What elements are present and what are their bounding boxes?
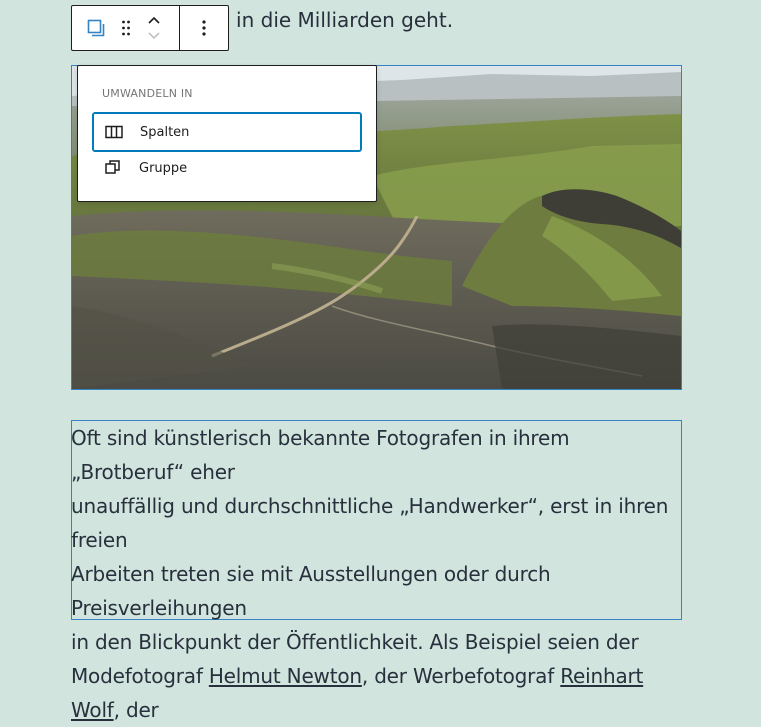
toolbar-group-options [180, 6, 228, 50]
paragraph-text[interactable]: Oft sind künstlerisch bekannte Fotografe… [71, 421, 683, 727]
paragraph-line: Oft sind künstlerisch bekannte Fotografe… [71, 426, 570, 484]
transform-to-group[interactable]: Gruppe [93, 149, 361, 187]
paragraph-line: , der Werbefotograf [361, 664, 561, 688]
paragraph-line: Modefotograf [71, 664, 209, 688]
options-button[interactable] [180, 6, 228, 50]
group-icon [101, 156, 125, 180]
more-vertical-icon [202, 20, 206, 36]
block-type-button[interactable] [72, 6, 120, 50]
paragraph-line: Arbeiten treten sie mit Ausstellungen od… [71, 562, 551, 620]
block-movers [132, 6, 176, 50]
chevron-up-icon [148, 16, 160, 24]
transform-menu-title: Umwandeln in [102, 87, 193, 100]
transform-item-label: Gruppe [139, 160, 188, 176]
paragraph-line: unauffällig und durchschnittliche „Handw… [71, 494, 669, 552]
drag-handle-button[interactable] [120, 6, 132, 50]
chevron-down-icon [148, 32, 160, 40]
move-up-button[interactable] [142, 12, 166, 28]
paragraph-line: in den Blickpunkt der Öffentlichkeit. Al… [71, 630, 639, 654]
link-helmut-newton[interactable]: Helmut Newton [209, 664, 362, 688]
transform-to-columns[interactable]: Spalten [93, 113, 361, 151]
paragraph-line: , der [113, 698, 159, 722]
move-down-button[interactable] [142, 28, 166, 44]
toolbar-group-block [72, 6, 180, 50]
columns-icon [102, 120, 126, 144]
transform-menu: Umwandeln in Spalten Gruppe [77, 65, 377, 202]
transform-item-label: Spalten [140, 124, 190, 140]
block-toolbar [71, 5, 229, 51]
group-icon [87, 19, 105, 37]
drag-handle-icon [122, 20, 130, 36]
